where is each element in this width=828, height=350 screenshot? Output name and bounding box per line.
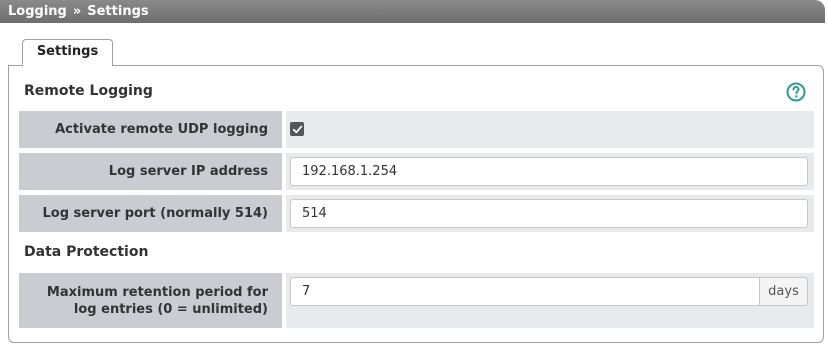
section-title-data-protection: Data Protection: [24, 244, 149, 260]
activate-udp-logging-checkbox[interactable]: [290, 122, 304, 136]
breadcrumb-item-settings: Settings: [87, 4, 149, 19]
section-title-remote-logging: Remote Logging: [24, 83, 153, 99]
activate-udp-logging-label: Activate remote UDP logging: [19, 111, 282, 148]
checkmark-icon: [292, 125, 302, 133]
breadcrumb-separator: »: [72, 4, 82, 19]
log-server-ip-input[interactable]: 192.168.1.254: [290, 157, 808, 186]
log-server-ip-label: Log server IP address: [19, 153, 282, 190]
log-server-port-input[interactable]: 514: [290, 199, 808, 228]
activate-udp-logging-cell: [286, 111, 814, 148]
retention-unit-addon: days: [759, 277, 808, 306]
breadcrumb: Logging » Settings: [0, 0, 825, 23]
log-server-port-label: Log server port (normally 514): [19, 195, 282, 232]
help-icon[interactable]: [786, 82, 806, 102]
retention-period-label-text: Maximum retention period for log entries…: [46, 284, 268, 317]
tab-settings[interactable]: Settings: [22, 39, 113, 66]
retention-period-label: Maximum retention period for log entries…: [19, 273, 282, 328]
breadcrumb-item-logging[interactable]: Logging: [8, 4, 67, 19]
retention-period-input[interactable]: 7: [290, 277, 760, 306]
